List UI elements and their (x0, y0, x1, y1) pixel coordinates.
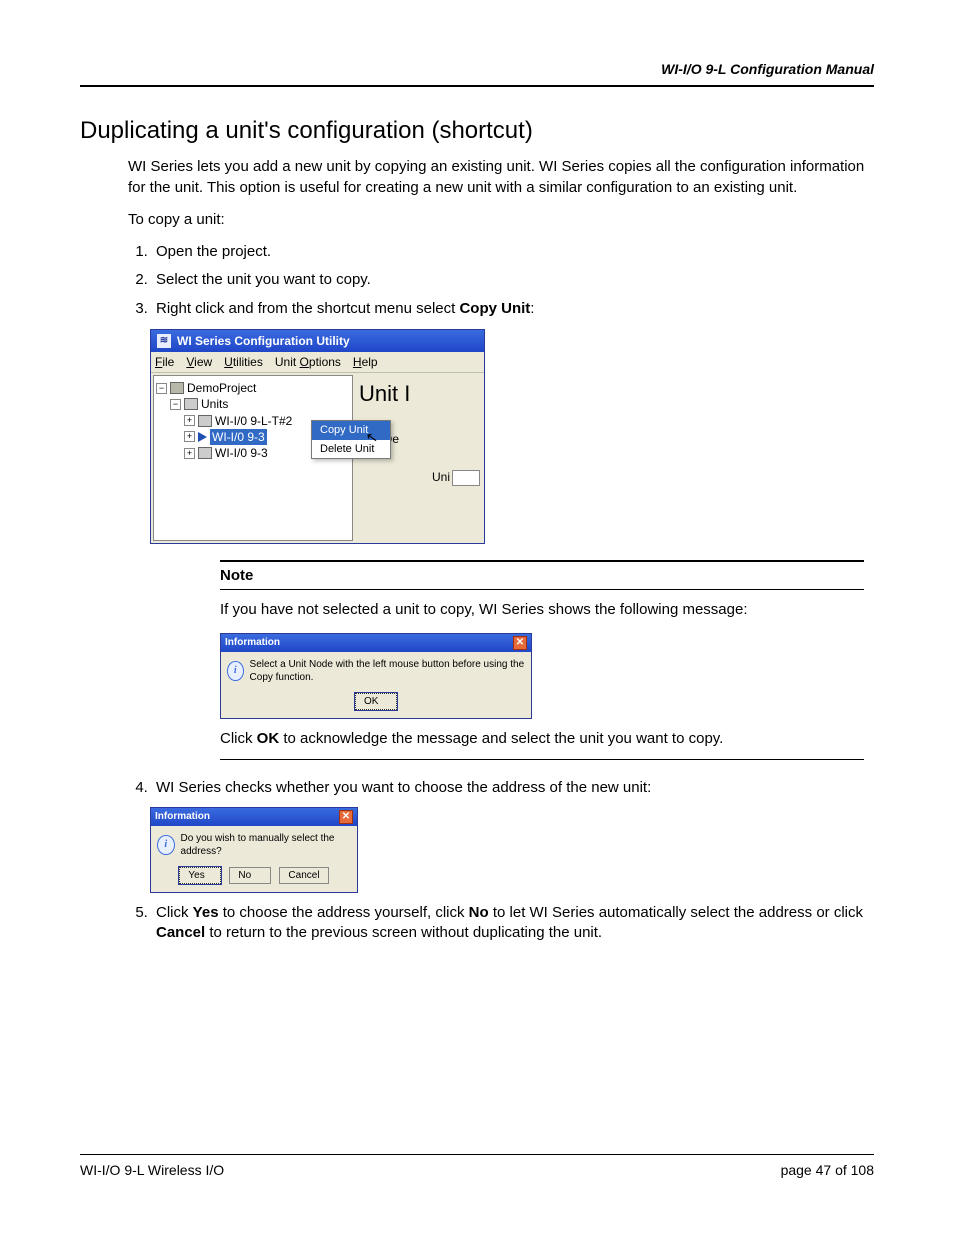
note-after-c: to acknowledge the message and select th… (279, 730, 723, 747)
close-icon[interactable]: ✕ (339, 810, 353, 824)
step-4: WI Series checks whether you want to cho… (152, 778, 874, 798)
tree-units-label: Units (201, 396, 228, 412)
unit-field[interactable] (452, 470, 480, 486)
ok-button[interactable]: OK (355, 693, 397, 711)
tree-unit-3-label: WI-I/0 9-3 (215, 445, 268, 461)
expand-icon[interactable]: + (184, 448, 195, 459)
yes-button[interactable]: Yes (179, 867, 221, 885)
tree-root-label: DemoProject (187, 380, 256, 396)
s5-no: No (469, 904, 489, 921)
expand-icon[interactable]: + (184, 415, 195, 426)
dlg1-title: Information (225, 636, 280, 650)
footer-page-label: page (781, 1162, 816, 1178)
step-3-copy-unit: Copy Unit (459, 300, 530, 317)
app-window: ≋ WI Series Configuration Utility File V… (150, 329, 485, 544)
note-title: Note (220, 566, 864, 590)
dlg1-message: Select a Unit Node with the left mouse b… (250, 658, 525, 685)
menu-unit-options[interactable]: Unit Options (275, 354, 341, 370)
tree-root[interactable]: − DemoProject (156, 380, 350, 396)
footer-left: WI-I/O 9-L Wireless I/O (80, 1161, 224, 1180)
tree-unit-1-label: WI-I/0 9-L-T#2 (215, 413, 292, 429)
unit-icon (198, 415, 212, 427)
page-heading: Duplicating a unit's configuration (shor… (80, 115, 874, 147)
note-text: If you have not selected a unit to copy,… (220, 600, 864, 620)
expand-icon[interactable]: + (184, 431, 195, 442)
footer-rule (80, 1154, 874, 1155)
detail-row-2: Uni (359, 469, 480, 486)
no-button[interactable]: No (229, 867, 271, 885)
s5-cancel: Cancel (156, 924, 205, 941)
menu-utilities[interactable]: Utilities (224, 354, 263, 370)
units-icon (184, 398, 198, 410)
step-1: Open the project. (152, 242, 874, 262)
intro-paragraph: WI Series lets you add a new unit by cop… (128, 157, 874, 198)
project-icon (170, 382, 184, 394)
unit-icon (198, 447, 212, 459)
s5-b: to choose the address yourself, click (219, 904, 469, 921)
collapse-icon[interactable]: − (156, 383, 167, 394)
menu-view[interactable]: View (186, 354, 212, 370)
tree-unit-2-label: WI-I/0 9-3 (210, 429, 267, 445)
info-dialog-no-selection: Information ✕ i Select a Unit Node with … (220, 633, 532, 720)
s5-c: to let WI Series automatically select th… (489, 904, 863, 921)
collapse-icon[interactable]: − (170, 399, 181, 410)
note-after: Click OK to acknowledge the message and … (220, 729, 864, 749)
step-3-text-a: Right click and from the shortcut menu s… (156, 300, 459, 317)
step-3-text-c: : (530, 300, 534, 317)
ctx-copy-unit[interactable]: Copy Unit (312, 421, 390, 440)
info-dialog-select-address: Information ✕ i Do you wish to manually … (150, 807, 358, 894)
note-block: Note If you have not selected a unit to … (220, 560, 864, 760)
s5-yes: Yes (193, 904, 219, 921)
menu-help[interactable]: Help (353, 354, 378, 370)
context-menu: Copy Unit Delete Unit (311, 420, 391, 460)
lead-line: To copy a unit: (128, 210, 874, 230)
s5-a: Click (156, 904, 193, 921)
note-after-a: Click (220, 730, 257, 747)
footer-page-num: 47 of 108 (816, 1162, 874, 1178)
doc-header-title: WI-I/O 9-L Configuration Manual (80, 60, 874, 79)
app-icon: ≋ (157, 334, 171, 348)
cancel-button[interactable]: Cancel (279, 867, 328, 885)
step-2: Select the unit you want to copy. (152, 270, 874, 290)
footer-right: page 47 of 108 (781, 1161, 874, 1180)
info-icon: i (227, 661, 244, 681)
step-5: Click Yes to choose the address yourself… (152, 903, 874, 944)
dlg2-title: Information (155, 810, 210, 824)
step-3: Right click and from the shortcut menu s… (152, 299, 874, 319)
menu-file[interactable]: File (155, 354, 174, 370)
window-title: WI Series Configuration Utility (177, 333, 350, 349)
info-icon: i (157, 835, 175, 855)
note-after-ok: OK (257, 730, 280, 747)
dlg2-message: Do you wish to manually select the addre… (181, 832, 351, 859)
selected-arrow-icon (198, 432, 207, 442)
detail-row-2-label: Uni (432, 470, 450, 484)
page-footer: WI-I/O 9-L Wireless I/O page 47 of 108 (80, 1154, 874, 1180)
detail-heading: Unit I (359, 379, 480, 409)
window-titlebar[interactable]: ≋ WI Series Configuration Utility (151, 330, 484, 352)
header-rule (80, 85, 874, 87)
close-icon[interactable]: ✕ (513, 636, 527, 650)
s5-d: to return to the previous screen without… (205, 924, 602, 941)
menubar: File View Utilities Unit Options Help (151, 352, 484, 373)
tree-units[interactable]: − Units (156, 396, 350, 412)
